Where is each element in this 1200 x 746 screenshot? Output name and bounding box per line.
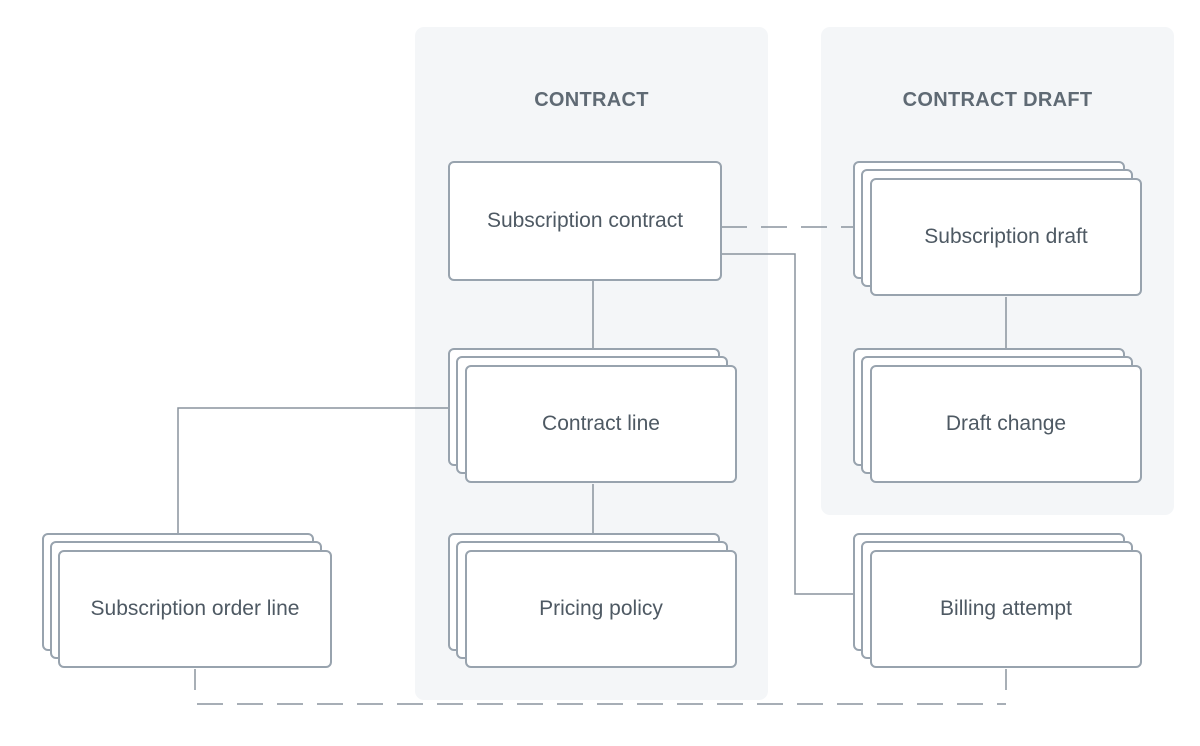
node-label: Subscription draft [924, 225, 1088, 248]
node-billing-attempt[interactable]: Billing attempt [870, 550, 1142, 668]
node-label: Subscription order line [90, 597, 300, 620]
node-label: Pricing policy [539, 597, 663, 620]
connector-contract-to-billing [721, 253, 853, 595]
node-pricing-policy[interactable]: Pricing policy [465, 550, 737, 668]
node-subscription-order-line[interactable]: Subscription order line [58, 550, 332, 668]
node-subscription-contract[interactable]: Subscription contract [448, 161, 722, 281]
node-draft-change[interactable]: Draft change [870, 365, 1142, 483]
node-label: Contract line [542, 412, 660, 435]
node-contract-line[interactable]: Contract line [465, 365, 737, 483]
node-label: Subscription contract [486, 209, 684, 232]
connector-line-to-order-line [177, 407, 448, 533]
node-label: Draft change [945, 412, 1067, 435]
node-label: Billing attempt [940, 597, 1072, 620]
node-subscription-draft[interactable]: Subscription draft [870, 178, 1142, 296]
